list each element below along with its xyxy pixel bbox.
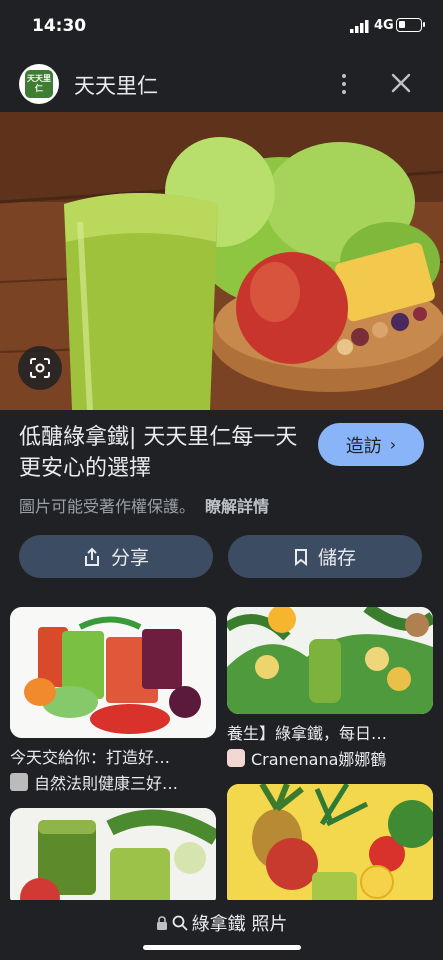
site-logo-text: 天天里仁 — [25, 70, 53, 98]
site-name[interactable]: 天天里仁 — [74, 70, 158, 100]
lock-icon — [156, 915, 167, 930]
share-icon — [84, 547, 99, 566]
more-vert-icon[interactable] — [334, 70, 354, 98]
copyright-notice: 圖片可能受著作權保護。 瞭解詳情 — [19, 493, 269, 517]
close-icon[interactable] — [388, 70, 414, 96]
status-time: 14:30 — [32, 16, 87, 36]
site-logo[interactable]: 天天里仁 — [19, 64, 59, 104]
related-source-1[interactable]: 自然法則健康三好… — [10, 770, 216, 794]
related-caption-2[interactable]: 養生】綠拿鐵，每日… — [227, 720, 433, 744]
related-caption-1[interactable]: 今天交給你：打造好… — [10, 744, 216, 768]
related-image-4[interactable] — [227, 784, 433, 908]
network-type: 4G — [374, 18, 394, 33]
source-favicon — [10, 773, 28, 791]
share-label: 分享 — [110, 547, 149, 569]
learn-more-link[interactable]: 瞭解詳情 — [205, 497, 269, 516]
status-bar: 14:30 4G — [0, 0, 443, 54]
viewer-header: 天天里仁 天天里仁 — [0, 58, 443, 110]
search-chip[interactable]: 綠拿鐵 照片 — [0, 910, 443, 936]
hero-image[interactable] — [0, 112, 443, 410]
battery-icon — [396, 18, 425, 32]
save-label: 儲存 — [317, 547, 356, 569]
home-indicator[interactable] — [143, 945, 301, 950]
bottom-bar: 綠拿鐵 照片 — [0, 900, 443, 960]
bookmark-icon — [294, 548, 307, 566]
visit-label: 造訪 — [345, 435, 382, 457]
source-favicon — [227, 749, 245, 767]
lens-icon — [30, 358, 50, 378]
search-icon — [172, 915, 188, 931]
related-source-text-2: Cranenana娜娜鶴 — [251, 750, 387, 769]
chevron-right-icon: › — [389, 435, 397, 454]
related-source-text-1: 自然法則健康三好… — [34, 774, 179, 793]
lens-button[interactable] — [18, 346, 62, 390]
save-button[interactable]: 儲存 — [228, 535, 422, 578]
related-image-3[interactable] — [10, 808, 216, 908]
share-button[interactable]: 分享 — [19, 535, 213, 578]
bottom-label-text: 綠拿鐵 照片 — [191, 914, 288, 935]
result-title[interactable]: 低醣綠拿鐵| 天天里仁每一天更安心的選擇 — [19, 422, 299, 484]
related-image-2[interactable] — [227, 607, 433, 714]
related-image-1[interactable] — [10, 607, 216, 738]
copyright-text: 圖片可能受著作權保護。 — [19, 497, 196, 516]
related-source-2[interactable]: Cranenana娜娜鶴 — [227, 746, 433, 770]
signal-icon — [350, 20, 369, 33]
visit-button[interactable]: 造訪 › — [318, 423, 424, 466]
